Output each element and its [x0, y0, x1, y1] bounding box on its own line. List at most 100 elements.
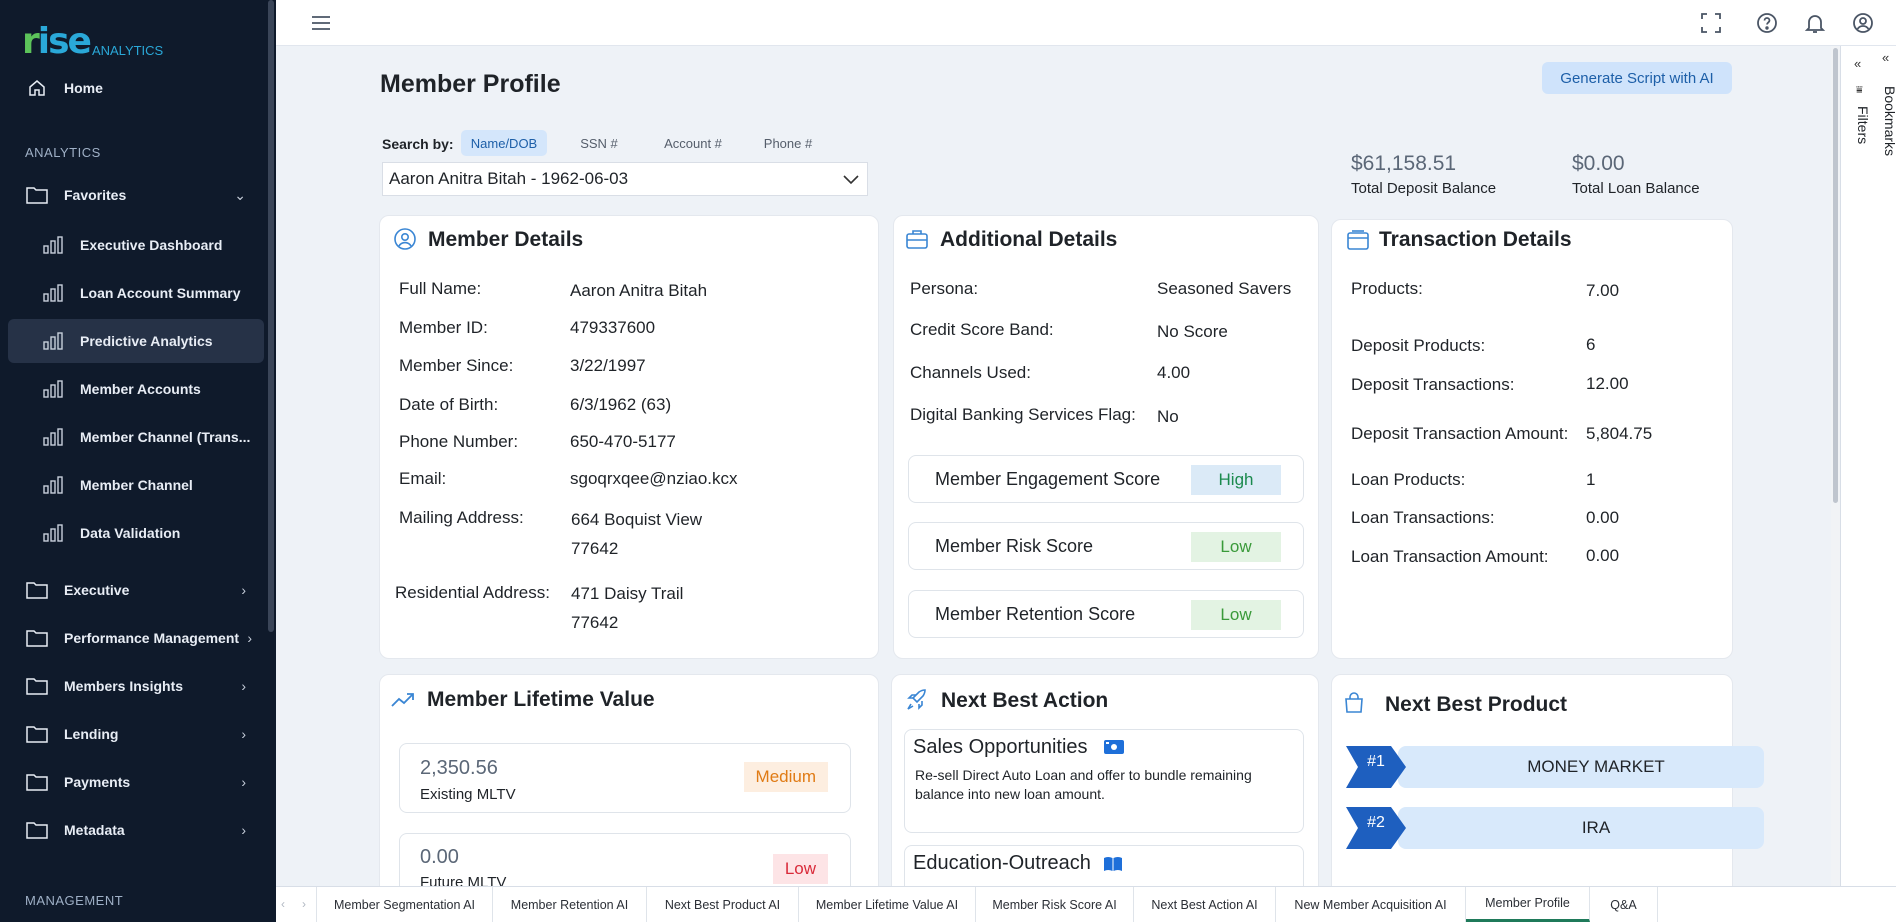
- risk-score-badge: Low: [1191, 532, 1281, 562]
- chevron-right-icon: ›: [241, 726, 246, 742]
- deposit-transactions-value: 12.00: [1586, 374, 1629, 393]
- future-mltv-box: 0.00 Future MLTV Low: [399, 833, 851, 893]
- nav-item-executive-dashboard[interactable]: Executive Dashboard: [8, 223, 264, 267]
- generate-script-button[interactable]: Generate Script with AI: [1542, 62, 1732, 94]
- scrollbar-thumb[interactable]: [1833, 48, 1838, 503]
- search-tab-name-dob[interactable]: Name/DOB: [461, 130, 547, 156]
- tab-member-risk-score-ai[interactable]: Member Risk Score AI: [976, 887, 1134, 922]
- filters-pane-label[interactable]: Filters: [1855, 106, 1871, 144]
- tab-scroll-left-icon[interactable]: ‹: [281, 897, 285, 911]
- risk-score-label: Member Risk Score: [935, 536, 1094, 556]
- logo-sub: ANALYTICS: [91, 43, 164, 58]
- nav-item-label: Data Validation: [80, 525, 181, 541]
- top-bar: [276, 0, 1896, 46]
- logo-brand: rise: [22, 21, 92, 62]
- education-outreach-box: Education-Outreach: [904, 845, 1304, 887]
- persona-value: Seasoned Savers: [1157, 279, 1292, 298]
- search-tab-phone[interactable]: Phone #: [753, 130, 823, 156]
- bar-chart-icon: [42, 378, 64, 400]
- briefcase-icon: [905, 227, 929, 251]
- user-account-icon[interactable]: [1851, 11, 1875, 35]
- nbp-rank-flag: #1: [1346, 746, 1406, 788]
- nav-group-members-insights[interactable]: Members Insights ›: [8, 664, 264, 708]
- search-tab-account[interactable]: Account #: [652, 130, 734, 156]
- tab-next-best-action-ai[interactable]: Next Best Action AI: [1134, 887, 1276, 922]
- bar-chart-icon: [42, 426, 64, 448]
- tab-new-member-acquisition-ai[interactable]: New Member Acquisition AI: [1276, 887, 1466, 922]
- nav-group-performance-management[interactable]: Performance Management ›: [8, 616, 264, 660]
- nav-favorites-label: Favorites: [64, 187, 127, 203]
- nav-item-data-validation[interactable]: Data Validation: [8, 511, 264, 555]
- nav-home-label: Home: [64, 80, 103, 96]
- sidebar-scrollbar[interactable]: [268, 0, 274, 632]
- nav-group-metadata[interactable]: Metadata ›: [8, 808, 264, 852]
- right-pane: « « ⩸ Filters Bookmarks: [1840, 46, 1896, 886]
- tab-member-retention-ai[interactable]: Member Retention AI: [493, 887, 647, 922]
- folder-icon: [26, 184, 48, 206]
- nav-favorites[interactable]: Favorites ⌄: [8, 173, 264, 217]
- transaction-details-title: Transaction Details: [1379, 228, 1572, 251]
- phone-value: 650-470-5177: [570, 432, 676, 451]
- nav-group-label: Lending: [64, 726, 119, 742]
- page-tabs: ‹ › Member Segmentation AI Member Retent…: [276, 886, 1896, 922]
- persona-label: Persona:: [910, 279, 979, 298]
- nav-item-member-channel-trans[interactable]: Member Channel (Trans...: [8, 415, 264, 459]
- book-icon: [1103, 856, 1123, 877]
- member-select-value: Aaron Anitra Bitah - 1962-06-03: [389, 169, 629, 188]
- logo[interactable]: rise ANALYTICS: [22, 22, 163, 60]
- tab-qa[interactable]: Q&A: [1590, 887, 1658, 922]
- engagement-score-badge: High: [1191, 465, 1281, 495]
- bookmarks-pane-label[interactable]: Bookmarks: [1882, 86, 1896, 156]
- full-name-label: Full Name:: [399, 279, 482, 298]
- deposit-amount-value: 5,804.75: [1586, 424, 1653, 443]
- folder-icon: [26, 675, 48, 697]
- loan-amount-label: Loan Transaction Amount:: [1351, 547, 1549, 566]
- tab-member-segmentation-ai[interactable]: Member Segmentation AI: [317, 887, 493, 922]
- digital-banking-label: Digital Banking Services Flag:: [910, 405, 1136, 424]
- deposit-products-label: Deposit Products:: [1351, 336, 1486, 355]
- section-analytics: ANALYTICS: [25, 145, 101, 160]
- nbp-item-2[interactable]: IRA #2: [1346, 807, 1766, 849]
- nav-group-label: Members Insights: [64, 678, 184, 694]
- tab-member-lifetime-value-ai[interactable]: Member Lifetime Value AI: [799, 887, 976, 922]
- mailing-address-line2: 77642: [571, 539, 619, 558]
- folder-icon: [26, 771, 48, 793]
- tab-scroll-right-icon[interactable]: ›: [302, 897, 306, 911]
- collapse-filters-icon[interactable]: «: [1854, 56, 1861, 71]
- member-select[interactable]: Aaron Anitra Bitah - 1962-06-03: [382, 162, 868, 196]
- loan-transactions-value: 0.00: [1586, 508, 1620, 527]
- nbp-item-1[interactable]: MONEY MARKET #1: [1346, 746, 1766, 788]
- nbp-item-name: IRA: [1398, 807, 1764, 849]
- education-outreach-title: Education-Outreach: [913, 852, 1091, 874]
- bell-icon[interactable]: [1803, 11, 1827, 35]
- nav-home[interactable]: Home: [8, 66, 264, 110]
- hamburger-menu-icon[interactable]: [309, 11, 333, 35]
- help-icon[interactable]: [1755, 11, 1779, 35]
- search-tab-ssn[interactable]: SSN #: [566, 130, 632, 156]
- loan-balance-value: $0.00: [1572, 152, 1625, 175]
- money-icon: [1103, 738, 1125, 761]
- section-management: MANAGEMENT: [25, 893, 124, 908]
- home-icon: [26, 77, 48, 99]
- folder-icon: [26, 723, 48, 745]
- nav-item-member-channel[interactable]: Member Channel: [8, 463, 264, 507]
- retention-score-label: Member Retention Score: [935, 604, 1136, 624]
- fullscreen-icon[interactable]: [1699, 11, 1723, 35]
- nav-group-executive[interactable]: Executive ›: [8, 568, 264, 612]
- tab-member-profile[interactable]: Member Profile: [1466, 887, 1590, 922]
- nav-item-loan-account-summary[interactable]: Loan Account Summary: [8, 271, 264, 315]
- folder-icon: [26, 627, 48, 649]
- nav-group-payments[interactable]: Payments ›: [8, 760, 264, 804]
- main-scrollbar[interactable]: [1831, 46, 1840, 886]
- mailing-address-line1: 664 Boquist View: [571, 510, 703, 529]
- nbp-title: Next Best Product: [1385, 693, 1568, 716]
- nav-item-member-accounts[interactable]: Member Accounts: [8, 367, 264, 411]
- bar-chart-icon: [42, 282, 64, 304]
- tab-next-best-product-ai[interactable]: Next Best Product AI: [647, 887, 799, 922]
- existing-mltv-label: Existing MLTV: [420, 786, 516, 803]
- wallet-icon: [1346, 228, 1370, 252]
- folder-icon: [26, 579, 48, 601]
- nav-group-lending[interactable]: Lending ›: [8, 712, 264, 756]
- nav-item-predictive-analytics[interactable]: Predictive Analytics: [8, 319, 264, 363]
- collapse-bookmarks-icon[interactable]: «: [1882, 50, 1889, 65]
